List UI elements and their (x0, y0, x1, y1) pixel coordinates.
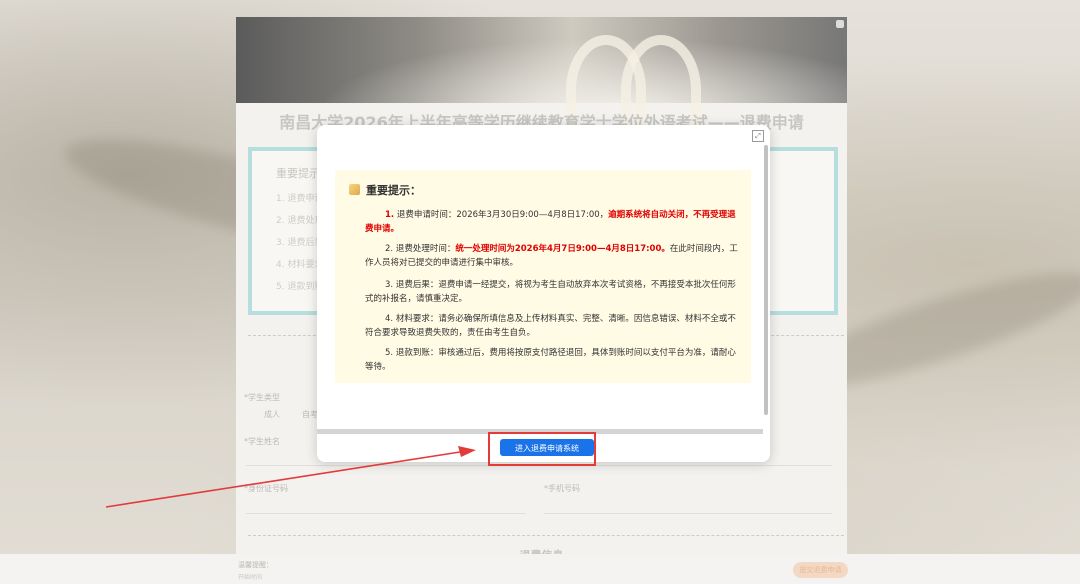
annotation-arrow (105, 446, 476, 508)
annotation-arrow-line (105, 451, 461, 508)
annotation-arrow-head (458, 446, 476, 457)
